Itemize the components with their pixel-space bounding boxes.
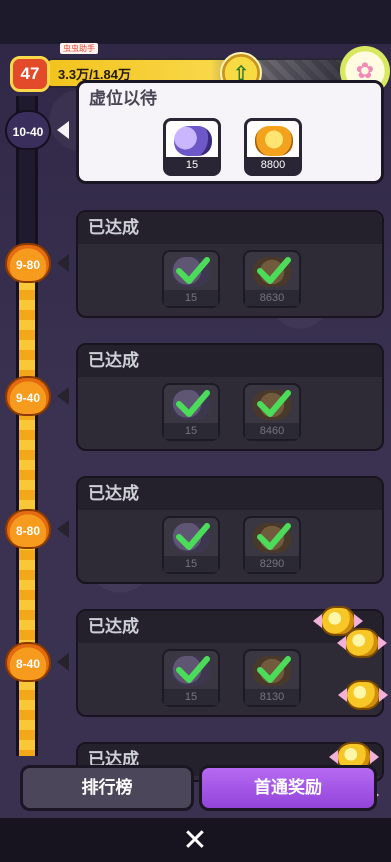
reward-card: 已达成 15 8290 [76,476,384,584]
reward-item: 8130 [243,649,301,707]
card-title: 已达成 [78,478,382,510]
reward-card: 已达成 15 8630 [76,210,384,318]
reward-count: 15 [164,290,218,306]
check-icon [257,656,291,683]
candy-icon [337,628,387,658]
reward-card: 虚位以待 15 8800 [76,80,384,184]
card-title: 已达成 [78,212,382,244]
top-strip [0,0,391,44]
reward-count: 8130 [245,689,299,705]
watermark-tag: 虫虫助手 [60,43,98,54]
reward-count: 15 [164,689,218,705]
first-clear-reward-button[interactable]: 首通奖励 [199,765,377,811]
close-button[interactable]: ✕ [180,826,210,856]
check-icon [257,390,291,417]
check-icon [257,523,291,550]
purple-orb-icon [174,126,212,156]
candy-icon [338,680,388,710]
level-badge: 47 [10,56,50,92]
pointer-arrow [57,121,69,139]
card-title: 虚位以待 [89,89,157,109]
pointer-arrow [57,520,69,538]
reward-item: 15 [162,383,220,441]
reward-item[interactable]: 8800 [244,118,302,176]
pointer-arrow [57,653,69,671]
pointer-arrow [57,387,69,405]
leaderboard-button[interactable]: 排行榜 [20,765,194,811]
reward-count: 8800 [247,157,299,173]
stage-node: 8-40 [5,642,51,682]
reward-item: 8460 [243,383,301,441]
reward-item: 8630 [243,250,301,308]
check-icon [176,523,210,550]
pointer-arrow [57,254,69,272]
reward-item: 15 [162,516,220,574]
check-icon [176,390,210,417]
check-icon [257,257,291,284]
check-icon [176,257,210,284]
reward-count: 8460 [245,423,299,439]
check-icon [176,656,210,683]
stage-node: 9-40 [5,376,51,416]
reward-item: 15 [162,649,220,707]
reward-count: 8290 [245,556,299,572]
reward-item: 15 [162,250,220,308]
stage-node: 10-40 [5,110,51,150]
reward-item[interactable]: 15 [163,118,221,176]
stage-node: 8-80 [5,509,51,549]
reward-count: 15 [166,157,218,173]
reward-card: 已达成 15 8460 [76,343,384,451]
reward-item: 8290 [243,516,301,574]
stage-node: 9-80 [5,243,51,283]
reward-count: 8630 [245,290,299,306]
reward-count: 15 [164,556,218,572]
gold-coins-icon [255,126,293,156]
card-title: 已达成 [78,345,382,377]
reward-count: 15 [164,423,218,439]
